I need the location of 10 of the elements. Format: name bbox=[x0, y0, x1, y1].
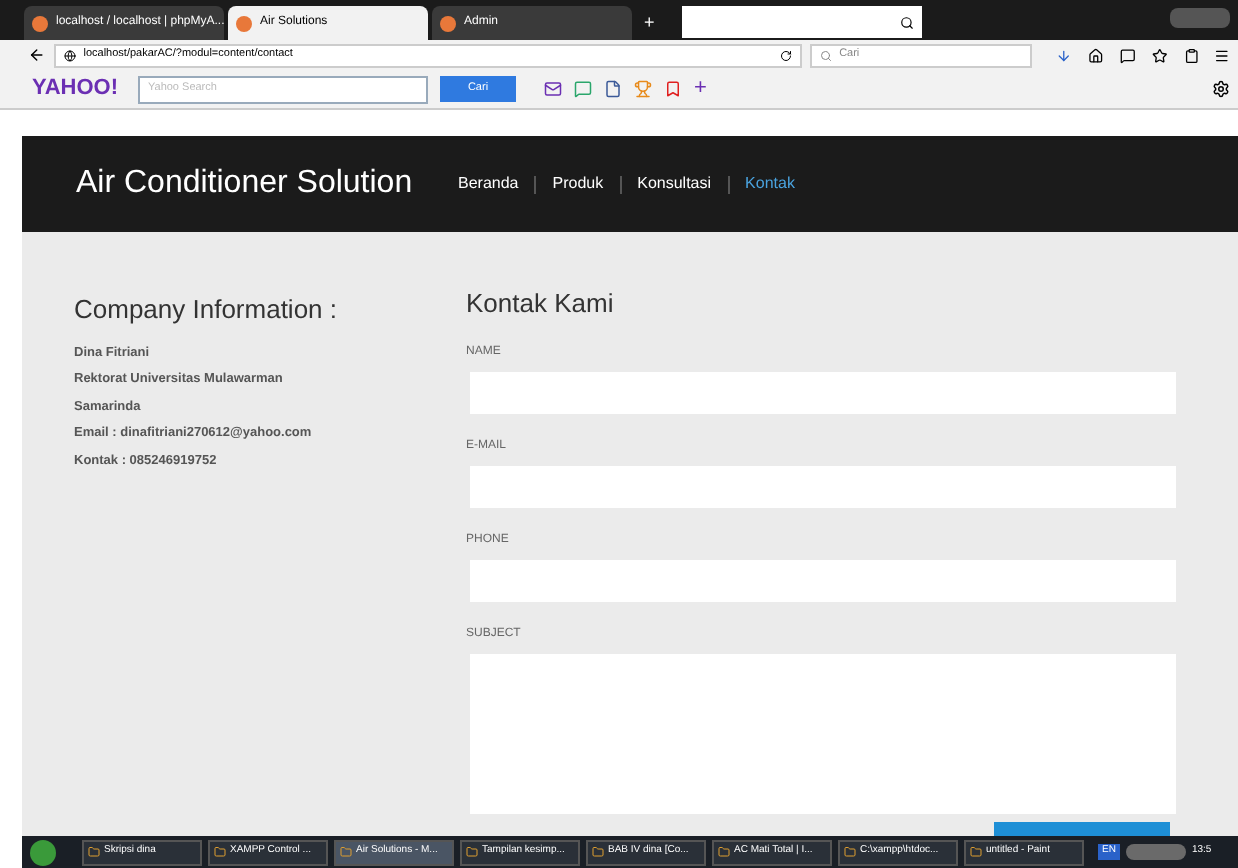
site-title: Air Conditioner Solution bbox=[76, 164, 415, 204]
company-heading: Company Information : bbox=[74, 292, 340, 328]
new-tab-button[interactable]: + bbox=[636, 9, 663, 36]
nav-link[interactable]: Kontak bbox=[745, 172, 795, 196]
nav-link[interactable]: Beranda bbox=[458, 172, 519, 196]
nav-link[interactable]: Konsultasi bbox=[637, 172, 712, 196]
yahoo-logo: YAHOO! bbox=[32, 74, 118, 105]
nav-link[interactable]: Produk bbox=[552, 172, 604, 196]
add-button[interactable]: + bbox=[694, 78, 707, 100]
contact-heading: Kontak Kami bbox=[466, 286, 616, 322]
